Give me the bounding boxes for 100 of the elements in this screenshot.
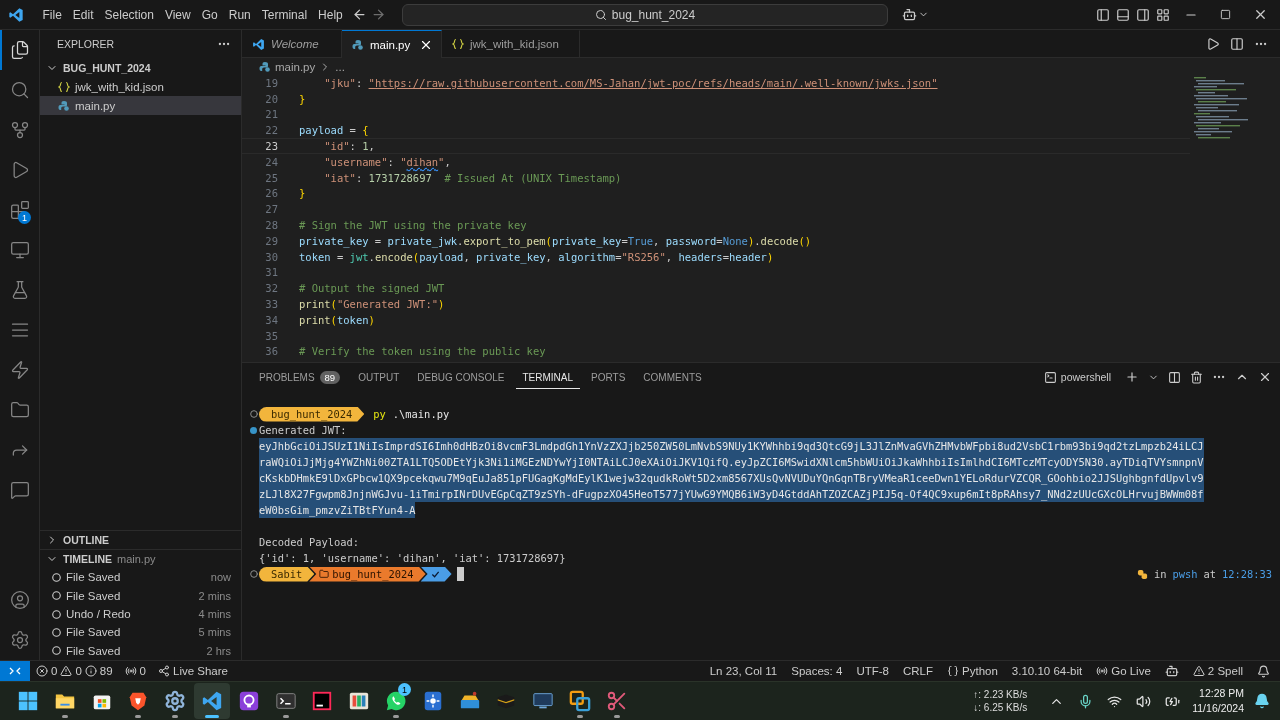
explorer-tree-entry[interactable]: main.py (40, 96, 241, 115)
layout-icon[interactable] (1156, 7, 1170, 22)
command-success-icon[interactable] (250, 426, 257, 434)
panel-tab[interactable]: OUTPUT (351, 365, 407, 389)
code-editor-logo-icon[interactable] (201, 690, 223, 712)
toggle-sidebar-icon[interactable] (1096, 7, 1110, 22)
robot-icon[interactable] (1164, 664, 1179, 678)
folder-header[interactable]: BUG_HUNT_2024 (40, 58, 241, 77)
outline-header[interactable]: OUTLINE (40, 530, 241, 550)
windows-logo-icon[interactable] (17, 690, 39, 712)
menu-item[interactable]: Help (312, 3, 349, 26)
timeline-item[interactable]: File Saved (66, 589, 121, 602)
status-item[interactable]: Ln 23, Col 11 (709, 665, 778, 677)
timeline-time: 5 mins (198, 626, 231, 639)
new-terminal-icon[interactable] (1125, 370, 1139, 384)
panel-tab[interactable]: DEBUG CONSOLE (410, 365, 512, 389)
menu-item[interactable]: Go (196, 3, 224, 26)
live-share-button[interactable]: Live Share (158, 665, 228, 677)
ide-icon[interactable] (311, 690, 334, 712)
account-icon[interactable] (9, 590, 30, 610)
status-item[interactable]: CRLF (903, 665, 934, 677)
code-line: "jku": "https://raw.githubusercontent.com/MS-Jahan/jwt-poc/refs/heads/main/.well-known/jwks.json" (323, 76, 938, 89)
share-icon (158, 665, 170, 677)
run-icon[interactable] (1206, 36, 1220, 51)
code-line: "username": "dihan", (323, 155, 451, 168)
breadcrumb-more[interactable]: ... (335, 60, 345, 73)
editor-tab[interactable]: main.py (342, 30, 442, 58)
prompt-segment: Sabit (259, 566, 315, 582)
count-badge: 89 (319, 370, 341, 384)
menu-item[interactable]: File (37, 3, 68, 26)
robot-icon[interactable] (902, 7, 917, 22)
close-icon[interactable] (1253, 7, 1268, 22)
terminal-name[interactable]: powershell (1060, 371, 1111, 383)
problems-indicator[interactable]: 0 0 89 (36, 665, 113, 677)
command-center-search[interactable]: bug_hunt_2024 (402, 3, 888, 26)
delete-icon[interactable] (1190, 370, 1203, 384)
menu-item[interactable]: Selection (99, 3, 160, 26)
terminal-line: Decoded Payload: (259, 535, 360, 550)
taskbar-app[interactable] (194, 683, 230, 719)
breadcrumb-file[interactable]: main.py (275, 60, 316, 73)
notifications-icon[interactable] (1254, 693, 1270, 709)
timeline-title[interactable]: TIMELINE (63, 553, 112, 566)
maximize-icon[interactable] (1220, 9, 1231, 20)
activity-bar-item[interactable]: 1 (0, 190, 39, 230)
panel-tab[interactable]: PORTS (584, 365, 633, 389)
scissors-icon[interactable] (605, 690, 628, 712)
taskbar-app[interactable]: 1 (377, 683, 414, 719)
download-speed: ↓: 6.25 KB/s (973, 701, 1028, 714)
line-number: 24 (264, 155, 278, 168)
back-icon[interactable] (352, 7, 367, 22)
split-terminal-icon[interactable] (1168, 370, 1181, 384)
menu-item[interactable]: Run (223, 3, 257, 26)
menu-item[interactable]: View (159, 3, 197, 26)
code-line: } (299, 187, 306, 200)
ports-indicator[interactable]: 0 (124, 665, 146, 677)
status-item[interactable]: UTF-8 (856, 665, 889, 677)
ring-app-icon[interactable] (237, 690, 260, 712)
prompt-segment: bug_hunt_2024 (259, 406, 365, 422)
wifi-icon[interactable] (1107, 693, 1123, 709)
gear-icon[interactable] (164, 690, 187, 712)
clock[interactable]: 12:28 PM 11/16/2024 (1192, 686, 1244, 716)
status-item[interactable]: Spaces: 4 (791, 665, 843, 677)
line-number: 20 (264, 92, 278, 105)
timeline-item[interactable]: Undo / Redo (66, 608, 131, 620)
command-decoration-icon[interactable] (249, 570, 258, 578)
spell-warnings[interactable]: 2 Spell (1192, 665, 1243, 677)
microphone-icon[interactable] (1078, 693, 1094, 709)
panel-tab[interactable]: COMMENTS (636, 365, 709, 389)
forward-icon[interactable] (371, 7, 386, 22)
split-editor-icon[interactable] (1230, 36, 1244, 51)
status-item[interactable]: 3.10.10 64-bit (1011, 665, 1083, 677)
settings-icon[interactable] (9, 630, 30, 650)
panel-tab[interactable]: PROBLEMS 89 (252, 364, 348, 390)
terminal-line: {'id': 1, 'username': 'dihan', 'iat': 1731728697} (259, 551, 566, 566)
timeline-time: 4 mins (198, 608, 231, 620)
terminal-icon[interactable] (274, 690, 297, 712)
close-icon[interactable] (1258, 370, 1272, 384)
panel-tab[interactable]: TERMINAL (515, 365, 581, 389)
notifications-icon[interactable] (1257, 664, 1270, 678)
explorer-tree-entry[interactable]: jwk_with_kid.json (40, 77, 241, 96)
toggle-panel-icon[interactable] (1116, 7, 1130, 22)
lightning-icon (9, 360, 30, 380)
timeline-item[interactable]: File Saved (66, 626, 121, 639)
upload-speed: ↑: 2.23 KB/s (973, 688, 1028, 701)
timeline-file: main.py (117, 553, 156, 566)
language-mode[interactable]: Python (947, 665, 998, 677)
overlapping-squares-icon[interactable] (568, 690, 591, 712)
menu-item[interactable]: Edit (67, 3, 100, 26)
line-number: 21 (264, 108, 278, 121)
timeline-item[interactable]: File Saved (66, 644, 121, 657)
color-grid-icon[interactable] (348, 690, 371, 712)
code-line: # Sign the JWT using the private key (299, 219, 527, 232)
go-live-button[interactable]: Go Live (1096, 665, 1151, 677)
menu-item[interactable]: Terminal (256, 3, 313, 26)
command-decoration-icon[interactable] (249, 410, 258, 418)
volume-icon[interactable] (1136, 693, 1152, 709)
code-editor-logo-icon (8, 6, 24, 23)
timeline-item[interactable]: File Saved (66, 571, 121, 584)
toggle-secondary-sidebar-icon[interactable] (1136, 7, 1150, 22)
prompt-text: at (1203, 568, 1216, 580)
